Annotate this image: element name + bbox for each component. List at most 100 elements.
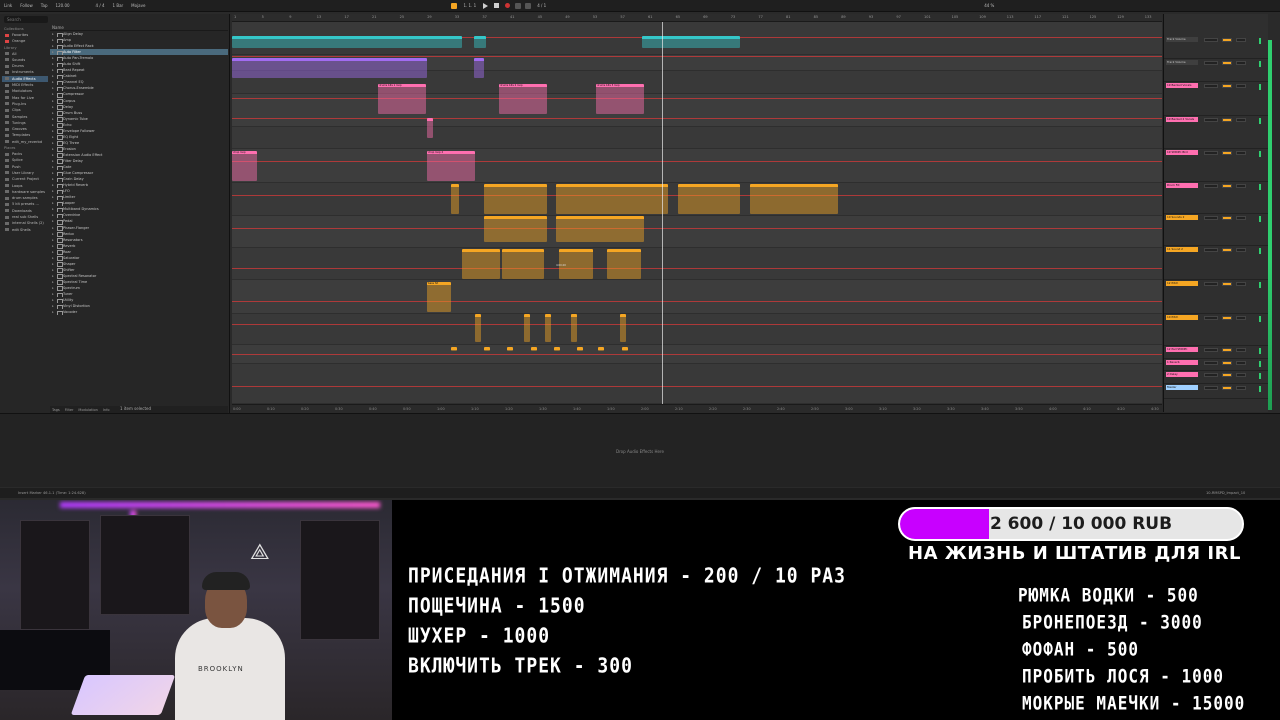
mixer-track-name[interactable]: 19 Backed 2 Vocals (1166, 117, 1198, 122)
mixer-control[interactable] (1236, 84, 1246, 88)
arrangement-clip[interactable] (556, 184, 668, 214)
mixer-control[interactable] (1204, 316, 1218, 320)
mixer-control[interactable] (1222, 216, 1232, 220)
mixer-track[interactable]: 19 Backed Vocals (1164, 82, 1269, 116)
automation-line[interactable] (232, 118, 1162, 119)
mixer-track-name[interactable]: 12 Pad SMDPC (1166, 347, 1198, 352)
mixer-control[interactable] (1236, 386, 1246, 390)
browser-footer-tab[interactable]: Info (103, 408, 110, 412)
track-lane[interactable] (232, 280, 1162, 314)
arrangement-clip[interactable] (620, 314, 626, 342)
mixer-track[interactable]: Track Volume (1164, 59, 1269, 82)
mixer-control[interactable] (1204, 118, 1218, 122)
arrangement-clip[interactable] (531, 347, 537, 351)
playhead[interactable] (662, 22, 663, 407)
mixer-control[interactable] (1222, 282, 1232, 286)
mixer-track[interactable]: 10 Pitch (1164, 314, 1269, 346)
automation-line[interactable] (232, 228, 1162, 229)
beat-ruler[interactable]: 1 5 9 13 17 21 25 29 33 37 41 45 49 53 57 61 65 69 73 77 81 8… (232, 14, 1162, 22)
mixer-control[interactable] (1236, 216, 1246, 220)
arrangement-clip[interactable] (607, 249, 641, 279)
overdub-icon[interactable] (515, 2, 522, 9)
transport-item[interactable]: Tap (37, 3, 52, 8)
browser-footer-tab[interactable]: Filter (65, 408, 74, 412)
mixer-track[interactable]: Track Volume (1164, 36, 1269, 59)
automation-line[interactable] (232, 98, 1162, 99)
arrangement-clip[interactable]: chop loop 2 (427, 151, 475, 181)
mixer-control[interactable] (1222, 84, 1232, 88)
mixer-control[interactable] (1236, 248, 1246, 252)
device-detail-view[interactable]: Drop Audio Effects Here (0, 413, 1280, 487)
arrangement-clip[interactable] (571, 314, 577, 342)
arrangement-clip[interactable]: chop loop (232, 151, 257, 181)
mixer-control[interactable] (1222, 248, 1232, 252)
mixer-control[interactable] (1236, 373, 1246, 377)
mixer-track[interactable]: 12 Pad SMDPC (1164, 346, 1269, 359)
arrangement-clip[interactable] (502, 249, 544, 279)
automation-line[interactable] (232, 354, 1162, 355)
arrangement-view[interactable]: 1 5 9 13 17 21 25 29 33 37 41 45 49 53 57 61 65 69 73 77 81 8… (232, 14, 1162, 412)
stop-icon[interactable] (494, 3, 500, 8)
track-lane[interactable] (232, 127, 1162, 149)
collection-item[interactable]: Orange (2, 38, 48, 44)
arrangement-clip[interactable] (451, 347, 457, 351)
time-ruler[interactable]: 0:00 0:10 0:20 0:30 0:40 0:50 1:00 1:10 1:20 1:30… (232, 404, 1162, 412)
mixer-control[interactable] (1222, 373, 1232, 377)
mixer-control[interactable] (1236, 316, 1246, 320)
mixer-track-name[interactable]: 19 Backed Vocals (1166, 83, 1198, 88)
arrangement-clip[interactable] (507, 347, 513, 351)
automation-line[interactable] (232, 161, 1162, 162)
track-lane[interactable] (232, 149, 1162, 183)
arrangement-clip[interactable] (678, 184, 740, 214)
arrangement-clip[interactable]: drums bits 3 loop (596, 84, 644, 114)
mixer-control[interactable] (1204, 248, 1218, 252)
mixer-control[interactable] (1222, 118, 1232, 122)
mixer-control[interactable] (1222, 151, 1232, 155)
mixer-track[interactable]: 12 Pitch (1164, 280, 1269, 314)
arrangement-clip[interactable] (451, 184, 459, 214)
mixer-track[interactable]: 2 Delay (1164, 371, 1269, 384)
mixer-control[interactable] (1204, 348, 1218, 352)
device-list-item[interactable]: Vocoder (50, 309, 228, 316)
mixer-track-name[interactable]: 12 Pitch (1166, 281, 1198, 286)
transport-item[interactable]: 4 / 4 (92, 3, 109, 8)
mixer-track[interactable]: 10 Sounds 2 (1164, 214, 1269, 246)
mixer-track-name[interactable]: 11 Sound 2 (1166, 247, 1198, 252)
track-lane[interactable] (232, 364, 1162, 404)
arrangement-clip[interactable] (427, 118, 433, 138)
mixer-control[interactable] (1204, 361, 1218, 365)
mixer-track[interactable]: 19 Backed 2 Vocals (1164, 116, 1269, 149)
mixer-track-name[interactable]: 10 Sounds 2 (1166, 215, 1198, 220)
browser-footer-tab[interactable]: Tags (52, 408, 60, 412)
arrangement-clip[interactable] (484, 216, 547, 242)
arrangement-clip[interactable] (232, 58, 427, 78)
arrangement-clip[interactable]: drums bits 2 loop (499, 84, 547, 114)
arrangement-clip[interactable] (475, 314, 481, 342)
mixer-track-name[interactable]: 2 Delay (1166, 372, 1198, 377)
automation-line[interactable] (232, 56, 1162, 57)
mixer-control[interactable] (1204, 373, 1218, 377)
mixer-control[interactable] (1204, 38, 1218, 42)
transport-item[interactable]: Follow (16, 3, 37, 8)
mixer-control[interactable] (1222, 61, 1232, 65)
browser-footer-tab[interactable]: Modulation (78, 408, 97, 412)
arrangement-clip[interactable] (524, 314, 530, 342)
mixer-control[interactable] (1204, 386, 1218, 390)
mixer-track[interactable]: Drum Fill (1164, 182, 1269, 214)
mixer-track[interactable]: 19 SMDPC Bkd (1164, 149, 1269, 182)
arrangement-clip[interactable] (484, 347, 490, 351)
arrangement-clip[interactable]: drums bits 1 loop (378, 84, 426, 114)
mixer-control[interactable] (1204, 184, 1218, 188)
mixer-control[interactable] (1204, 151, 1218, 155)
mixer-control[interactable] (1236, 38, 1246, 42)
place-item[interactable]: edit Shells (2, 227, 48, 233)
mixer-control[interactable] (1236, 61, 1246, 65)
mixer-track-name[interactable]: Drum Fill (1166, 183, 1198, 188)
play-icon[interactable] (483, 2, 489, 9)
transport-item[interactable]: Mojave (127, 3, 149, 8)
automation-line[interactable] (232, 268, 1162, 269)
mixer-control[interactable] (1236, 361, 1246, 365)
follow-toggle-icon[interactable] (451, 2, 458, 9)
arrangement-clip[interactable] (545, 314, 551, 342)
record-icon[interactable] (505, 3, 511, 8)
